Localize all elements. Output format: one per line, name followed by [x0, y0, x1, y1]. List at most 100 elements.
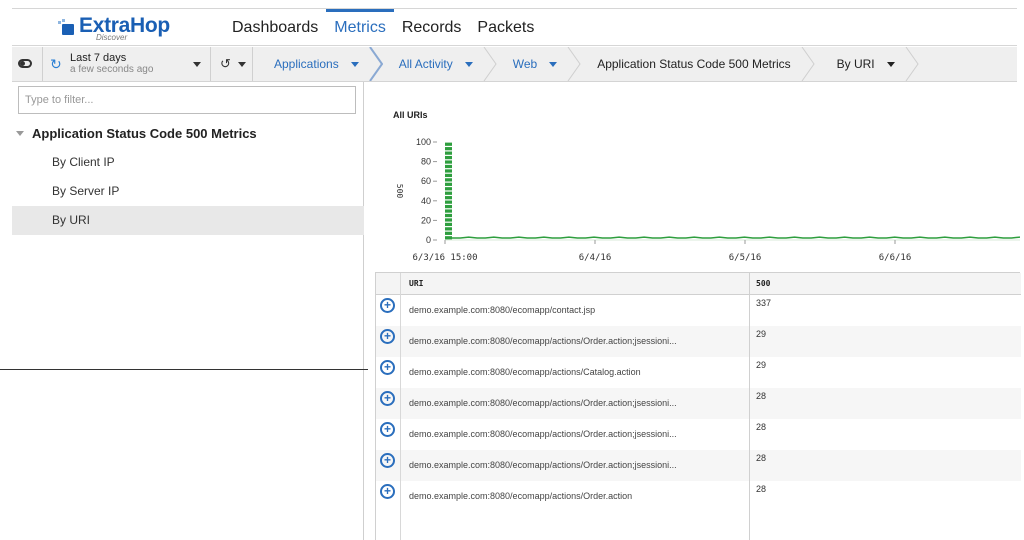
- tree-item-by-client-ip[interactable]: By Client IP: [12, 148, 364, 177]
- breadcrumb-label: Application Status Code 500 Metrics: [597, 57, 791, 71]
- y-tick-label: 20: [421, 215, 431, 225]
- bar: [445, 142, 452, 146]
- sidebar-toggle-icon[interactable]: [18, 59, 32, 68]
- history-dropdown-icon[interactable]: [238, 62, 246, 67]
- value-cell: 29: [756, 360, 767, 370]
- uri-cell[interactable]: demo.example.com:8080/ecomapp/contact.js…: [409, 305, 595, 315]
- time-range-label: Last 7 days: [70, 52, 127, 64]
- bar: [445, 182, 452, 186]
- breadcrumb-applications[interactable]: Applications: [258, 47, 383, 81]
- nav-packets[interactable]: Packets: [469, 9, 542, 47]
- main-nav: Dashboards Metrics Records Packets: [224, 9, 542, 47]
- column-header-500[interactable]: 500: [756, 279, 770, 288]
- expand-row-icon[interactable]: +: [380, 360, 395, 375]
- table-row[interactable]: + demo.example.com:8080/ecomapp/actions/O…: [376, 481, 1021, 512]
- y-tick-label: 100: [416, 137, 431, 147]
- y-axis-label: 500: [395, 184, 404, 199]
- table-row[interactable]: + demo.example.com:8080/ecomapp/actions/O…: [376, 326, 1021, 357]
- nav-records[interactable]: Records: [394, 9, 470, 47]
- uri-chart: 500 0 20 40 60 80 100 6/3/16 15:00 6/4/16 6/5/16 6…: [365, 120, 1020, 270]
- bar: [445, 164, 452, 169]
- toolbar-divider: [42, 47, 43, 81]
- uri-table: URI 500 + demo.example.com:8080/ecomapp/c…: [375, 272, 1021, 540]
- y-tick-label: 80: [421, 157, 431, 167]
- bar: [445, 231, 452, 235]
- value-cell: 28: [756, 422, 767, 432]
- tree-item-by-server-ip[interactable]: By Server IP: [12, 177, 364, 206]
- bar: [445, 191, 452, 195]
- breadcrumb-label: All Activity: [398, 57, 453, 71]
- table-row[interactable]: + demo.example.com:8080/ecomapp/actions/C…: [376, 357, 1021, 388]
- breadcrumb-all-activity[interactable]: All Activity: [381, 47, 497, 81]
- breadcrumb-label: Applications: [274, 57, 339, 71]
- chart-svg: 500 0 20 40 60 80 100 6/3/16 15:00 6/4/16 6/5/16 6…: [395, 137, 1020, 263]
- x-tick-label: 6/3/16 15:00: [412, 253, 477, 263]
- expand-row-icon[interactable]: +: [380, 484, 395, 499]
- series-line: [452, 236, 1020, 239]
- y-tick-label: 40: [421, 196, 431, 206]
- x-tick-label: 6/5/16: [729, 253, 762, 263]
- tree-item-by-uri[interactable]: By URI: [12, 206, 364, 235]
- uri-cell[interactable]: demo.example.com:8080/ecomapp/actions/Or…: [409, 460, 677, 470]
- tree-root-status-500[interactable]: Application Status Code 500 Metrics: [16, 126, 257, 141]
- expand-row-icon[interactable]: +: [380, 298, 395, 313]
- chart-title: All URIs: [393, 110, 428, 120]
- breadcrumb-by-uri[interactable]: By URI: [819, 47, 919, 81]
- value-cell: 28: [756, 453, 767, 463]
- bar: [445, 213, 452, 218]
- table-row[interactable]: + demo.example.com:8080/ecomapp/actions/O…: [376, 419, 1021, 450]
- uri-cell[interactable]: demo.example.com:8080/ecomapp/actions/Or…: [409, 336, 677, 346]
- breadcrumb: Applications All Activity Web Applicatio…: [258, 47, 919, 81]
- expand-row-icon[interactable]: +: [380, 453, 395, 468]
- chevron-down-icon: [886, 61, 895, 67]
- x-tick-label: 6/4/16: [579, 253, 612, 263]
- extrahop-logo[interactable]: ExtraHop: [58, 15, 170, 47]
- table-row[interactable]: + demo.example.com:8080/ecomapp/actions/O…: [376, 388, 1021, 419]
- breadcrumb-label: Web: [512, 57, 538, 71]
- breadcrumb-status-500-metrics[interactable]: Application Status Code 500 Metrics: [579, 47, 815, 81]
- table-row[interactable]: + demo.example.com:8080/ecomapp/actions/O…: [376, 450, 1021, 481]
- callout-line: [0, 369, 368, 370]
- time-selector[interactable]: Last 7 days a few seconds ago: [70, 52, 153, 76]
- uri-cell[interactable]: demo.example.com:8080/ecomapp/actions/Ca…: [409, 367, 641, 377]
- table-header: URI 500: [376, 273, 1021, 295]
- expand-row-icon[interactable]: +: [380, 422, 395, 437]
- nav-metrics[interactable]: Metrics: [326, 9, 394, 47]
- chevron-down-icon: [350, 61, 359, 67]
- toolbar-divider: [252, 47, 253, 81]
- uri-cell[interactable]: demo.example.com:8080/ecomapp/actions/Or…: [409, 429, 677, 439]
- breadcrumb-arrow-icon: [801, 47, 815, 81]
- table-row[interactable]: + demo.example.com:8080/ecomapp/contact.j…: [376, 295, 1021, 326]
- value-cell: 28: [756, 391, 767, 401]
- bar: [445, 169, 452, 173]
- nav-dashboards[interactable]: Dashboards: [224, 9, 326, 47]
- bar: [445, 209, 452, 213]
- tree-root-label: Application Status Code 500 Metrics: [32, 126, 257, 141]
- time-dropdown-icon[interactable]: [193, 62, 201, 67]
- filter-input[interactable]: [18, 86, 356, 114]
- expand-row-icon[interactable]: +: [380, 329, 395, 344]
- bar: [445, 155, 452, 160]
- collapse-icon[interactable]: [16, 131, 24, 136]
- x-tick-label: 6/6/16: [879, 253, 912, 263]
- metrics-tree-panel: Application Status Code 500 Metrics By C…: [12, 82, 364, 540]
- uri-cell[interactable]: demo.example.com:8080/ecomapp/actions/Or…: [409, 398, 677, 408]
- refresh-icon[interactable]: ↻: [50, 56, 62, 73]
- breadcrumb-arrow-icon: [905, 47, 919, 81]
- column-header-uri[interactable]: URI: [409, 279, 423, 288]
- bar: [445, 204, 452, 209]
- value-cell: 28: [756, 484, 767, 494]
- expand-row-icon[interactable]: +: [380, 391, 395, 406]
- history-icon[interactable]: ↺: [220, 56, 231, 72]
- logo-subtitle: Discover: [96, 33, 128, 42]
- bar: [445, 147, 452, 151]
- chevron-down-icon: [464, 61, 473, 67]
- toolbar-divider: [210, 47, 211, 81]
- bar: [445, 227, 452, 231]
- bar: [445, 218, 452, 222]
- breadcrumb-web[interactable]: Web: [495, 47, 581, 81]
- y-tick-label: 60: [421, 176, 431, 186]
- uri-cell[interactable]: demo.example.com:8080/ecomapp/actions/Or…: [409, 491, 632, 501]
- app-header: ExtraHop Discover Dashboards Metrics Rec…: [12, 8, 1017, 46]
- bar: [445, 187, 452, 191]
